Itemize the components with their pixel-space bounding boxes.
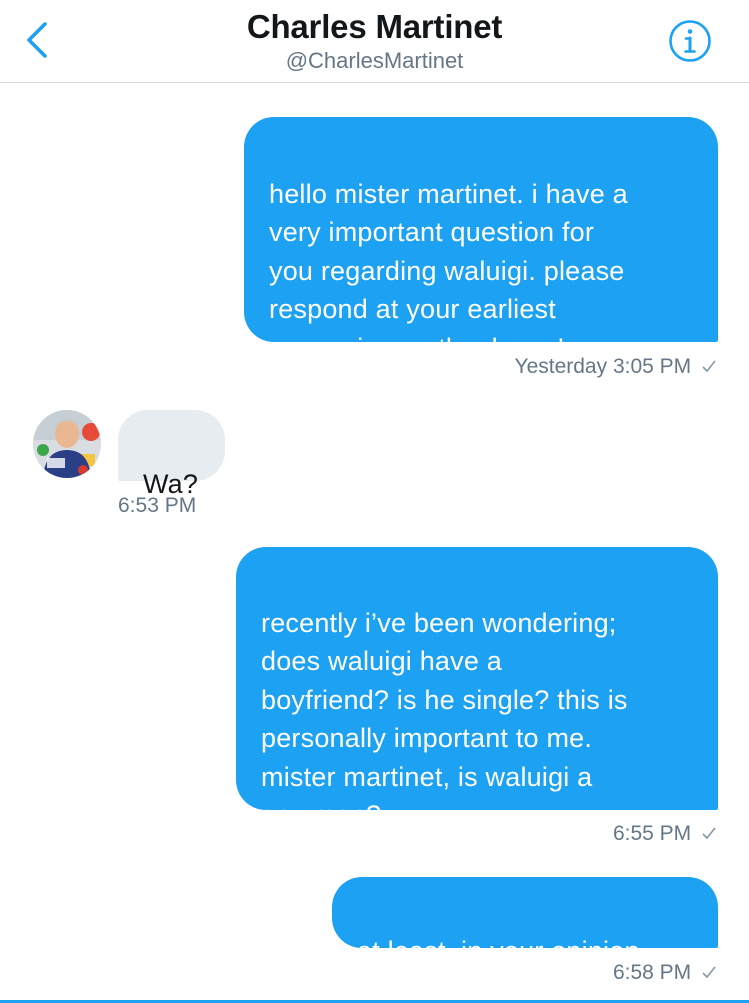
outgoing-message-bubble[interactable]: recently i’ve been wondering; does walui… (236, 547, 718, 830)
message-timestamp: 6:53 PM (118, 494, 197, 517)
sent-check-icon (702, 966, 716, 979)
outgoing-message-bubble[interactable]: hello mister martinet. i have a very imp… (244, 117, 718, 363)
contact-handle: @CharlesMartinet (285, 48, 464, 73)
contact-avatar[interactable] (33, 410, 101, 478)
sent-check-icon (702, 827, 716, 840)
incoming-message-bubble[interactable]: Wa? (118, 410, 225, 499)
message-timestamp: Yesterday 3:05 PM (514, 355, 717, 379)
info-button[interactable] (668, 19, 712, 63)
conversation-header: Charles Martinet @CharlesMartinet (0, 0, 749, 83)
contact-name: Charles Martinet (246, 8, 503, 45)
message-text: recently i’ve been wondering; does walui… (261, 607, 628, 831)
outgoing-message-bubble[interactable]: at least, in your opinion. (332, 877, 718, 966)
message-timestamp: 6:58 PM (613, 961, 717, 985)
sent-check-icon (702, 360, 716, 373)
info-circle-icon (669, 20, 711, 62)
message-text: at least, in your opinion. (357, 935, 648, 966)
avatar-photo (33, 410, 101, 478)
message-text: hello mister martinet. i have a very imp… (269, 178, 628, 363)
message-timestamp: 6:55 PM (613, 822, 717, 846)
